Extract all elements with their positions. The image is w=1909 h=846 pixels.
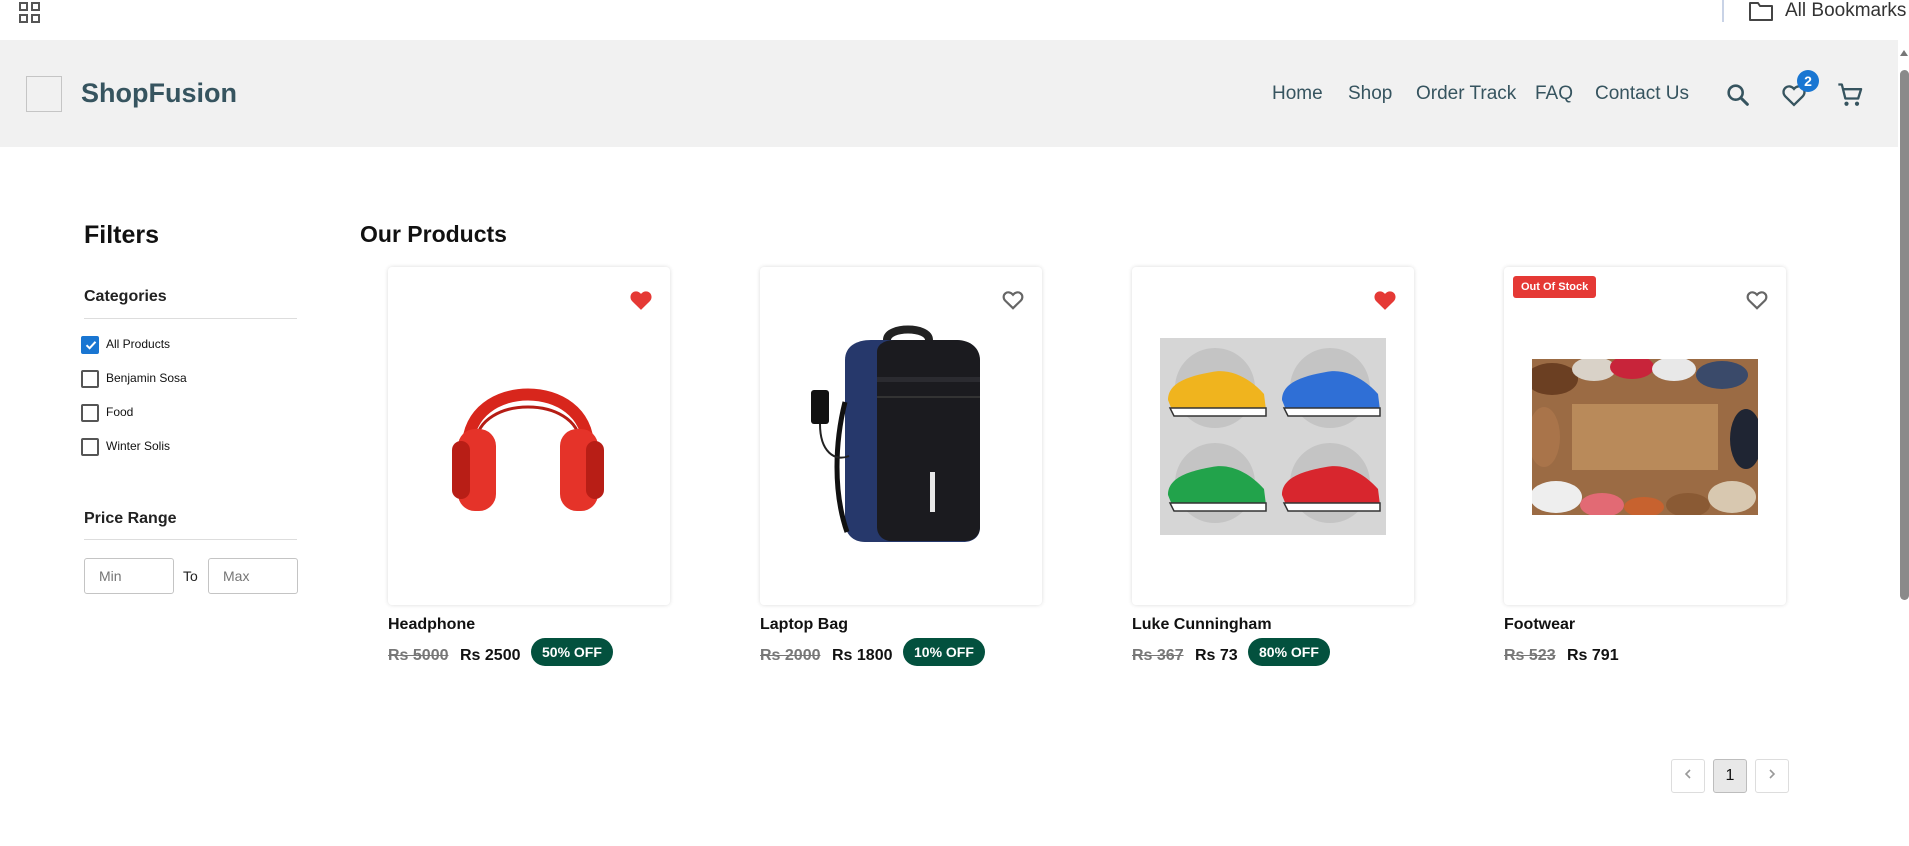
price-max-input[interactable] [208,558,298,594]
wishlist-count-badge: 2 [1797,70,1819,92]
divider [84,318,297,319]
original-price: Rs 523 [1504,647,1556,664]
nav-shop[interactable]: Shop [1348,83,1392,105]
sale-price: Rs 1800 [832,647,893,664]
page-1-button[interactable]: 1 [1713,759,1747,793]
heart-filled-icon[interactable] [628,287,654,311]
heart-filled-icon[interactable] [1372,287,1398,311]
out-of-stock-badge: Out Of Stock [1513,276,1597,298]
price-range-title: Price Range [84,510,177,527]
bookmarks-bar: All Bookmarks [0,0,1909,40]
heart-outline-icon[interactable] [1744,287,1770,311]
nav-order-track[interactable]: Order Track [1416,83,1516,105]
prev-page-button[interactable] [1671,759,1705,793]
footwear-image [1532,359,1758,515]
product-name[interactable]: Footwear [1504,616,1575,634]
checkbox[interactable] [81,370,99,388]
divider [84,539,297,540]
original-price: Rs 5000 [388,647,449,664]
sneakers-image [1160,338,1386,535]
original-price: Rs 2000 [760,647,821,664]
brand-name[interactable]: ShopFusion [81,78,237,109]
chevron-left-icon [1684,769,1691,779]
site-header: ShopFusion Home Shop Order Track FAQ Con… [0,40,1898,147]
category-label: Food [106,405,134,419]
all-bookmarks-link[interactable]: All Bookmarks [1785,0,1906,22]
category-label: All Products [106,337,171,351]
discount-badge: 10% OFF [903,638,985,666]
search-icon[interactable] [1724,81,1752,109]
product-card-headphone[interactable] [388,267,670,605]
checkbox[interactable] [81,336,99,354]
product-name[interactable]: Headphone [388,616,475,634]
filters-title: Filters [84,221,160,249]
nav-home[interactable]: Home [1272,83,1323,105]
category-label: Winter Solis [106,439,171,453]
heart-outline-icon[interactable] [1000,287,1026,311]
product-card-luke-cunningham[interactable] [1132,267,1414,605]
discount-badge: 80% OFF [1248,638,1330,666]
bookmarks-divider [1722,0,1724,22]
categories-title: Categories [84,288,167,305]
price-min-input[interactable] [84,558,174,594]
checkbox[interactable] [81,404,99,422]
nav-faq[interactable]: FAQ [1535,83,1573,105]
products-title: Our Products [360,221,507,247]
logo[interactable] [26,76,62,112]
original-price: Rs 367 [1132,647,1184,664]
cart-icon[interactable] [1836,81,1864,109]
apps-grid-icon[interactable] [18,1,42,25]
check-icon [85,341,97,350]
sale-price: Rs 791 [1567,647,1619,664]
next-page-button[interactable] [1755,759,1789,793]
headphone-image [452,388,604,511]
scrollbar-thumb[interactable] [1900,70,1909,600]
price-to-label: To [183,568,198,584]
folder-icon[interactable] [1748,0,1774,22]
product-name[interactable]: Laptop Bag [760,616,848,634]
category-label: Benjamin Sosa [106,371,187,385]
laptop-bag-image [811,325,980,542]
nav-contact-us[interactable]: Contact Us [1595,83,1689,105]
product-card-footwear[interactable]: Out Of Stock [1504,267,1786,605]
product-name[interactable]: Luke Cunningham [1132,616,1272,634]
product-card-laptop-bag[interactable] [760,267,1042,605]
chevron-right-icon [1769,769,1776,779]
checkbox[interactable] [81,438,99,456]
sale-price: Rs 2500 [460,647,521,664]
sale-price: Rs 73 [1195,647,1238,664]
discount-badge: 50% OFF [531,638,613,666]
scroll-up-arrow-icon[interactable] [1899,48,1909,58]
